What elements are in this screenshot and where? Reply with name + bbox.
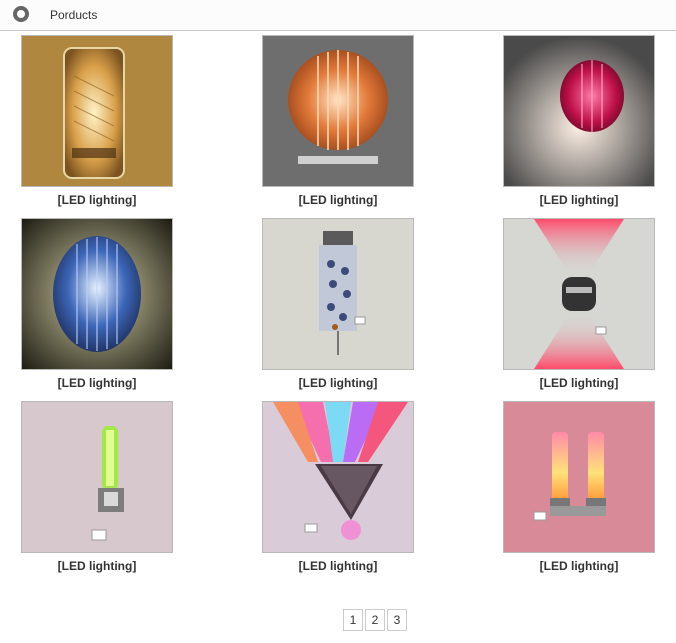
product-card[interactable]: [LED lighting] (503, 218, 655, 390)
circle-ring-icon (13, 6, 29, 22)
product-caption[interactable]: [LED lighting] (503, 559, 655, 573)
page-title: Porducts (50, 8, 98, 22)
product-card[interactable]: [LED lighting] (262, 35, 414, 207)
page-header: Porducts (0, 0, 676, 31)
page-link-2[interactable]: 2 (365, 609, 385, 631)
product-caption[interactable]: [LED lighting] (262, 193, 414, 207)
product-image[interactable] (21, 401, 173, 553)
product-image[interactable] (503, 401, 655, 553)
product-card[interactable]: [LED lighting] (262, 218, 414, 390)
product-image[interactable] (262, 35, 414, 187)
product-card[interactable]: [LED lighting] (262, 401, 414, 573)
page-link-3[interactable]: 3 (387, 609, 407, 631)
product-image[interactable] (262, 218, 414, 370)
product-image[interactable] (503, 35, 655, 187)
product-caption[interactable]: [LED lighting] (21, 376, 173, 390)
product-image[interactable] (503, 218, 655, 370)
product-caption[interactable]: [LED lighting] (262, 559, 414, 573)
product-caption[interactable]: [LED lighting] (21, 559, 173, 573)
product-card[interactable]: [LED lighting] (21, 401, 173, 573)
product-caption[interactable]: [LED lighting] (503, 376, 655, 390)
product-card[interactable]: [LED lighting] (503, 35, 655, 207)
product-image[interactable] (262, 401, 414, 553)
product-card[interactable]: [LED lighting] (503, 401, 655, 573)
product-card[interactable]: [LED lighting] (21, 35, 173, 207)
product-caption[interactable]: [LED lighting] (21, 193, 173, 207)
product-card[interactable]: [LED lighting] (21, 218, 173, 390)
product-image[interactable] (21, 35, 173, 187)
product-caption[interactable]: [LED lighting] (262, 376, 414, 390)
product-caption[interactable]: [LED lighting] (503, 193, 655, 207)
page-link-1[interactable]: 1 (343, 609, 363, 631)
product-image[interactable] (21, 218, 173, 370)
